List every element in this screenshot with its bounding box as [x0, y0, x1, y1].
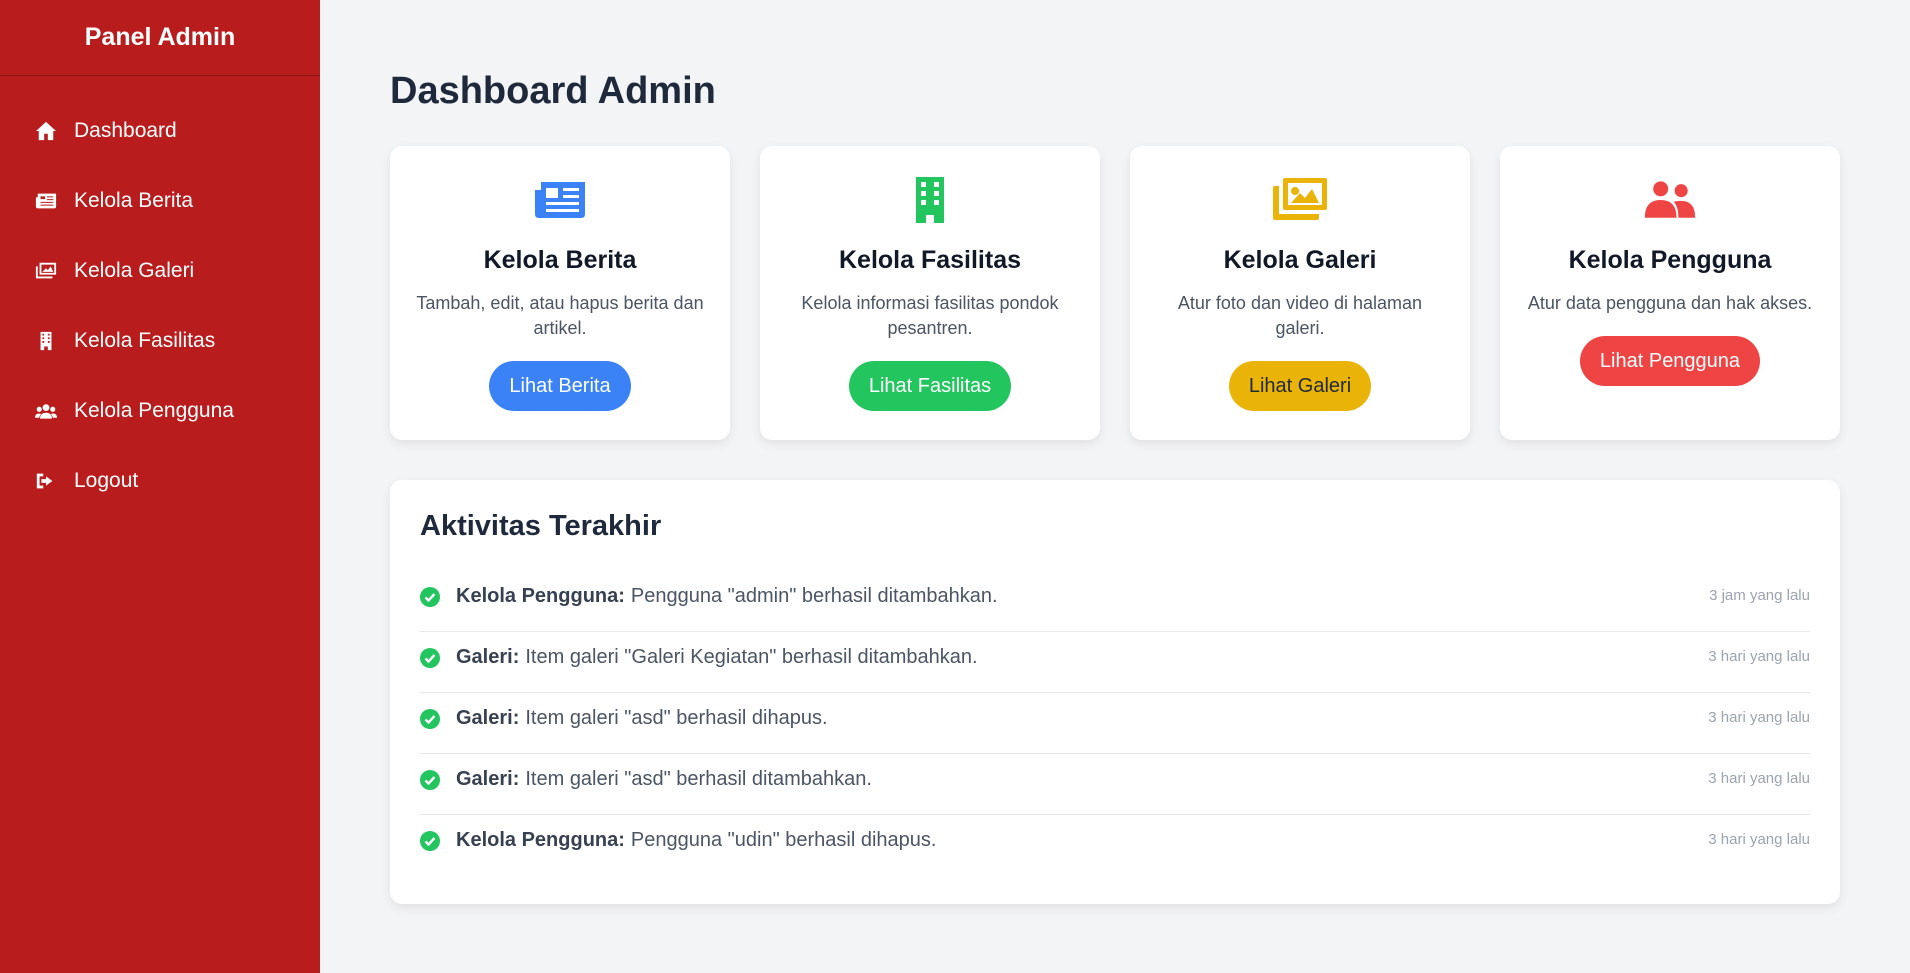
home-icon	[34, 120, 58, 142]
card-grid: Kelola Berita Tambah, edit, atau hapus b…	[390, 146, 1840, 440]
sidebar-item-label: Logout	[74, 469, 139, 492]
activity-item: Kelola Pengguna: Pengguna "udin" berhasi…	[420, 815, 1810, 876]
activity-time: 3 hari yang lalu	[1708, 831, 1810, 848]
logout-icon	[34, 470, 58, 492]
sidebar-item-label: Dashboard	[74, 119, 177, 142]
sidebar-item-kelola-galeri[interactable]: Kelola Galeri	[0, 236, 320, 306]
activity-content: Kelola Pengguna: Pengguna "udin" berhasi…	[420, 829, 936, 852]
sidebar-item-dashboard[interactable]: Dashboard	[0, 96, 320, 166]
activity-text: Item galeri "Galeri Kegiatan" berhasil d…	[525, 646, 978, 668]
check-circle-icon	[420, 586, 440, 607]
sidebar: Panel Admin Dashboard Kelola Berita Kelo…	[0, 0, 320, 973]
users-icon	[34, 400, 58, 422]
activity-content: Galeri: Item galeri "asd" berhasil ditam…	[420, 768, 872, 791]
card-kelola-berita: Kelola Berita Tambah, edit, atau hapus b…	[390, 146, 730, 440]
card-kelola-fasilitas: Kelola Fasilitas Kelola informasi fasili…	[760, 146, 1100, 440]
sidebar-item-kelola-pengguna[interactable]: Kelola Pengguna	[0, 376, 320, 446]
activity-item: Galeri: Item galeri "Galeri Kegiatan" be…	[420, 632, 1810, 693]
activity-item: Galeri: Item galeri "asd" berhasil dihap…	[420, 693, 1810, 754]
check-circle-icon	[420, 708, 440, 729]
building-icon	[34, 330, 58, 352]
activity-content: Galeri: Item galeri "Galeri Kegiatan" be…	[420, 646, 978, 669]
sidebar-item-label: Kelola Pengguna	[74, 399, 234, 422]
card-title: Kelola Galeri	[1223, 246, 1377, 274]
activity-content: Galeri: Item galeri "asd" berhasil dihap…	[420, 707, 828, 730]
sidebar-item-label: Kelola Berita	[74, 189, 194, 212]
sidebar-item-label: Kelola Galeri	[74, 259, 195, 282]
activity-time: 3 hari yang lalu	[1708, 709, 1810, 726]
recent-activity-panel: Aktivitas Terakhir Kelola Pengguna: Peng…	[390, 480, 1840, 904]
lihat-pengguna-button[interactable]: Lihat Pengguna	[1579, 336, 1761, 386]
activity-item: Kelola Pengguna: Pengguna "admin" berhas…	[420, 571, 1810, 632]
sidebar-item-logout[interactable]: Logout	[0, 446, 320, 516]
sidebar-item-kelola-fasilitas[interactable]: Kelola Fasilitas	[0, 306, 320, 376]
activity-item: Galeri: Item galeri "asd" berhasil ditam…	[420, 754, 1810, 815]
card-description: Atur data pengguna dan hak akses.	[1527, 293, 1813, 313]
sidebar-nav: Dashboard Kelola Berita Kelola Galeri Ke…	[0, 76, 320, 516]
card-description: Kelola informasi fasilitas pondok pesant…	[801, 293, 1059, 338]
card-title: Kelola Fasilitas	[838, 246, 1022, 274]
sidebar-item-kelola-berita[interactable]: Kelola Berita	[0, 166, 320, 236]
images-icon	[34, 260, 58, 282]
main-content: Dashboard Admin Kelola Berita Tambah, ed…	[320, 0, 1910, 973]
sidebar-item-label: Kelola Fasilitas	[74, 329, 216, 352]
newspaper-icon	[34, 190, 58, 212]
activity-time: 3 jam yang lalu	[1709, 587, 1810, 604]
activity-category: Galeri:	[456, 646, 520, 668]
building-icon	[902, 176, 958, 224]
newspaper-icon	[532, 176, 588, 224]
card-description: Atur foto dan video di halaman galeri.	[1177, 293, 1423, 338]
activity-time: 3 hari yang lalu	[1708, 648, 1810, 665]
check-circle-icon	[420, 830, 440, 851]
activity-time: 3 hari yang lalu	[1708, 770, 1810, 787]
card-kelola-galeri: Kelola Galeri Atur foto dan video di hal…	[1130, 146, 1470, 440]
activity-category: Kelola Pengguna:	[456, 829, 625, 851]
lihat-fasilitas-button[interactable]: Lihat Fasilitas	[848, 361, 1012, 411]
lihat-galeri-button[interactable]: Lihat Galeri	[1228, 361, 1372, 411]
users-icon	[1642, 176, 1698, 224]
check-circle-icon	[420, 769, 440, 790]
card-title: Kelola Berita	[483, 246, 637, 274]
card-description: Tambah, edit, atau hapus berita dan arti…	[416, 293, 704, 338]
page-title: Dashboard Admin	[390, 70, 716, 112]
activity-category: Galeri:	[456, 768, 520, 790]
sidebar-brand: Panel Admin	[0, 0, 320, 76]
activity-text: Item galeri "asd" berhasil dihapus.	[525, 707, 828, 729]
activity-list: Kelola Pengguna: Pengguna "admin" berhas…	[420, 571, 1810, 876]
card-title: Kelola Pengguna	[1568, 246, 1772, 274]
activity-text: Pengguna "udin" berhasil dihapus.	[630, 829, 937, 851]
activity-category: Galeri:	[456, 707, 520, 729]
activity-category: Kelola Pengguna:	[456, 585, 625, 607]
check-circle-icon	[420, 647, 440, 668]
activity-content: Kelola Pengguna: Pengguna "admin" berhas…	[420, 585, 998, 608]
lihat-berita-button[interactable]: Lihat Berita	[489, 361, 631, 411]
images-icon	[1272, 176, 1328, 224]
card-kelola-pengguna: Kelola Pengguna Atur data pengguna dan h…	[1500, 146, 1840, 440]
activity-title: Aktivitas Terakhir	[420, 510, 662, 542]
activity-text: Item galeri "asd" berhasil ditambahkan.	[525, 768, 872, 790]
activity-text: Pengguna "admin" berhasil ditambahkan.	[630, 585, 998, 607]
